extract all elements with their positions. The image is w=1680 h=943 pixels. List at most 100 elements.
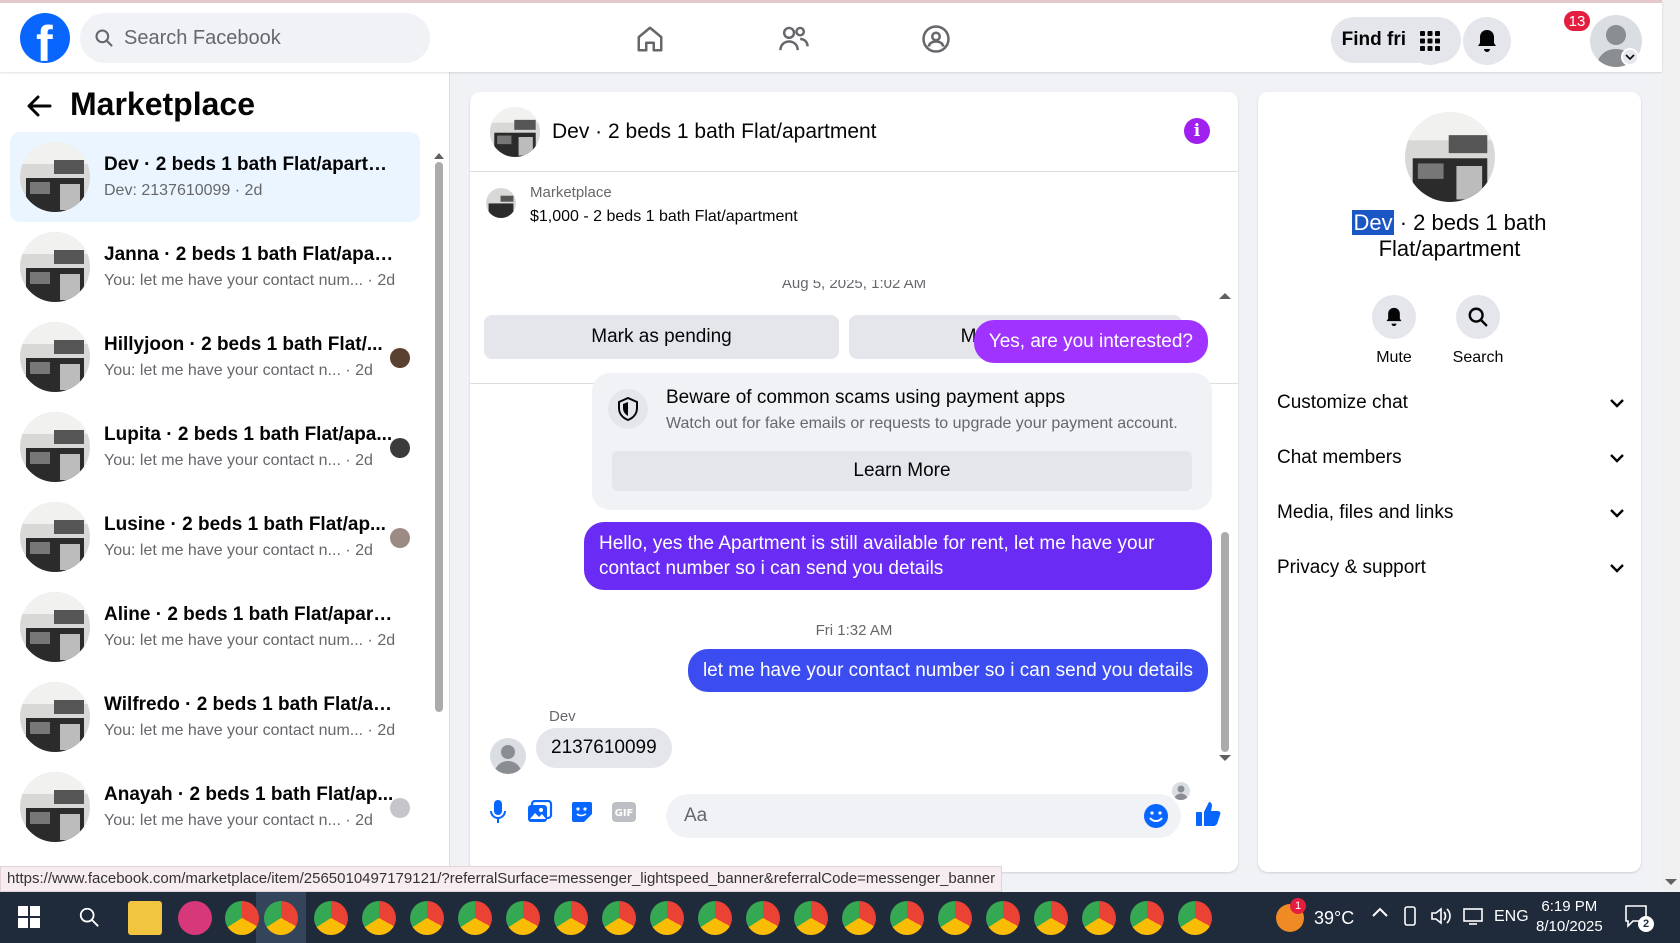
home-icon[interactable]	[630, 19, 670, 59]
conversation-item[interactable]: Hillyjoon · 2 beds 1 bath Flat/... You: l…	[10, 312, 420, 402]
info-icon[interactable]: i	[1184, 118, 1210, 144]
conversation-preview: You: let me have your contact num... · 2…	[104, 272, 396, 289]
conversation-item[interactable]: Lusine · 2 beds 1 bath Flat/ap... You: le…	[10, 492, 420, 582]
name-line2: Flat/apartment	[1378, 236, 1521, 261]
chevron-down-icon	[1610, 454, 1624, 463]
conversation-item[interactable]: Janna · 2 beds 1 bath Flat/apart... You: …	[10, 222, 420, 312]
language-indicator[interactable]: ENG	[1494, 908, 1529, 926]
notifications-bell-icon[interactable]	[1463, 17, 1511, 65]
chrome-icon[interactable]	[1178, 901, 1212, 935]
outgoing-message[interactable]: Hello, yes the Apartment is still availa…	[584, 522, 1212, 590]
weather-widget[interactable]: 1 39°C	[1276, 898, 1354, 932]
message-input[interactable]: Aa	[666, 794, 1181, 838]
outgoing-message[interactable]: Yes, are you interested?	[973, 320, 1208, 363]
gif-icon[interactable]: GIF	[608, 796, 640, 828]
notification-center-icon[interactable]: 2	[1624, 904, 1654, 932]
chrome-icon[interactable]	[746, 901, 780, 935]
menu-grid-icon[interactable]	[1406, 17, 1454, 65]
chrome-icon[interactable]	[225, 901, 259, 935]
chrome-icon[interactable]	[986, 901, 1020, 935]
section-privacy-support[interactable]: Privacy & support	[1277, 548, 1625, 588]
chrome-icon[interactable]	[314, 901, 348, 935]
section-chat-members[interactable]: Chat members	[1277, 438, 1625, 478]
section-customize-chat[interactable]: Customize chat	[1277, 383, 1625, 423]
chrome-icon[interactable]	[506, 901, 540, 935]
conversation-item[interactable]: Lupita · 2 beds 1 bath Flat/apa... You: l…	[10, 402, 420, 492]
marketplace-label: Marketplace	[530, 184, 612, 201]
chrome-icon[interactable]	[362, 901, 396, 935]
scrollbar-thumb[interactable]	[435, 162, 443, 712]
page-scrollbar[interactable]	[1662, 0, 1680, 892]
groups-icon[interactable]	[916, 19, 956, 59]
conversation-item[interactable]: Wilfredo · 2 beds 1 bath Flat/apa... You:…	[10, 672, 420, 762]
volume-icon[interactable]	[1430, 906, 1452, 926]
chevron-down-icon[interactable]	[1621, 48, 1639, 66]
chrome-icon[interactable]	[458, 901, 492, 935]
chevron-down-icon	[1610, 564, 1624, 573]
chrome-icon[interactable]	[554, 901, 588, 935]
scroll-down-arrow-icon[interactable]	[1219, 754, 1231, 762]
bell-icon	[1372, 295, 1416, 339]
outgoing-message[interactable]: let me have your contact number so i can…	[687, 649, 1208, 692]
chrome-icon[interactable]	[890, 901, 924, 935]
chrome-icon[interactable]	[1034, 901, 1068, 935]
section-label: Privacy & support	[1277, 557, 1426, 578]
conversation-list-scrollbar[interactable]	[434, 152, 444, 712]
conversation-item[interactable]: Dev · 2 beds 1 bath Flat/apartme... Dev: …	[10, 132, 420, 222]
conversation-item[interactable]: Anayah · 2 beds 1 bath Flat/ap... You: le…	[10, 762, 420, 852]
snipping-tool-icon[interactable]	[178, 901, 212, 935]
windows-taskbar: 1 39°C ENG 6:19 PM 8/10/2025 2	[0, 892, 1680, 943]
system-clock[interactable]: 6:19 PM 8/10/2025	[1536, 897, 1603, 937]
name-rest: · 2 beds 1 bath	[1393, 210, 1547, 235]
facebook-logo[interactable]: f	[20, 13, 70, 63]
device-icon[interactable]	[1401, 906, 1419, 926]
microphone-icon[interactable]	[482, 796, 514, 828]
chrome-icon[interactable]	[1082, 901, 1116, 935]
chrome-icon[interactable]	[698, 901, 732, 935]
mute-button[interactable]: Mute	[1354, 295, 1434, 367]
file-explorer-icon[interactable]	[128, 901, 162, 935]
photo-icon[interactable]	[524, 796, 556, 828]
sender-avatar[interactable]	[490, 738, 526, 774]
like-thumb-icon[interactable]	[1192, 798, 1224, 830]
conversation-item[interactable]: Aline · 2 beds 1 bath Flat/apart... You: …	[10, 582, 420, 672]
conversation-name: Anayah · 2 beds 1 bath Flat/ap...	[104, 784, 394, 805]
taskbar-search-icon[interactable]	[78, 906, 100, 928]
listing-price-title[interactable]: $1,000 - 2 beds 1 bath Flat/apartment	[530, 208, 798, 226]
section-media-files-links[interactable]: Media, files and links	[1277, 493, 1625, 533]
scrollbar-thumb[interactable]	[1221, 532, 1229, 752]
search-in-chat-button[interactable]: Search	[1438, 295, 1518, 367]
scroll-up-arrow-icon[interactable]	[434, 152, 444, 160]
chrome-icon[interactable]	[938, 901, 972, 935]
windows-start-icon[interactable]	[18, 906, 40, 928]
notification-count: 2	[1638, 916, 1654, 932]
friends-icon[interactable]	[774, 19, 814, 59]
chrome-icon[interactable]	[650, 901, 684, 935]
chrome-icon[interactable]	[264, 901, 298, 935]
chevron-up-icon[interactable]	[1371, 906, 1389, 918]
message-composer: GIF Aa	[470, 772, 1238, 872]
chat-title[interactable]: Dev · 2 beds 1 bath Flat/apartment	[552, 120, 877, 144]
chat-listing-thumbnail[interactable]	[490, 106, 540, 157]
scroll-down-arrow-icon[interactable]	[1665, 878, 1677, 886]
chrome-icon[interactable]	[1130, 901, 1164, 935]
listing-thumbnail	[20, 232, 90, 302]
chrome-icon[interactable]	[794, 901, 828, 935]
back-arrow-icon[interactable]	[26, 94, 52, 118]
listing-photo[interactable]	[1405, 112, 1495, 202]
conversation-preview: You: let me have your contact num... · 2…	[104, 722, 396, 739]
chat-scrollbar[interactable]	[1219, 292, 1231, 762]
conversation-name: Wilfredo · 2 beds 1 bath Flat/apa...	[104, 694, 394, 715]
chrome-icon[interactable]	[410, 901, 444, 935]
sticker-icon[interactable]	[566, 796, 598, 828]
incoming-message[interactable]: 2137610099	[536, 728, 672, 768]
emoji-icon[interactable]	[1140, 800, 1172, 832]
chrome-icon[interactable]	[602, 901, 636, 935]
search-bar[interactable]: Search Facebook	[80, 13, 430, 63]
network-icon[interactable]	[1462, 906, 1484, 926]
listing-thumbnail	[20, 322, 90, 392]
conversation-preview: You: let me have your contact n... · 2d	[104, 362, 373, 379]
scroll-up-arrow-icon[interactable]	[1219, 292, 1231, 300]
learn-more-button[interactable]: Learn More	[612, 451, 1192, 491]
chrome-icon[interactable]	[842, 901, 876, 935]
